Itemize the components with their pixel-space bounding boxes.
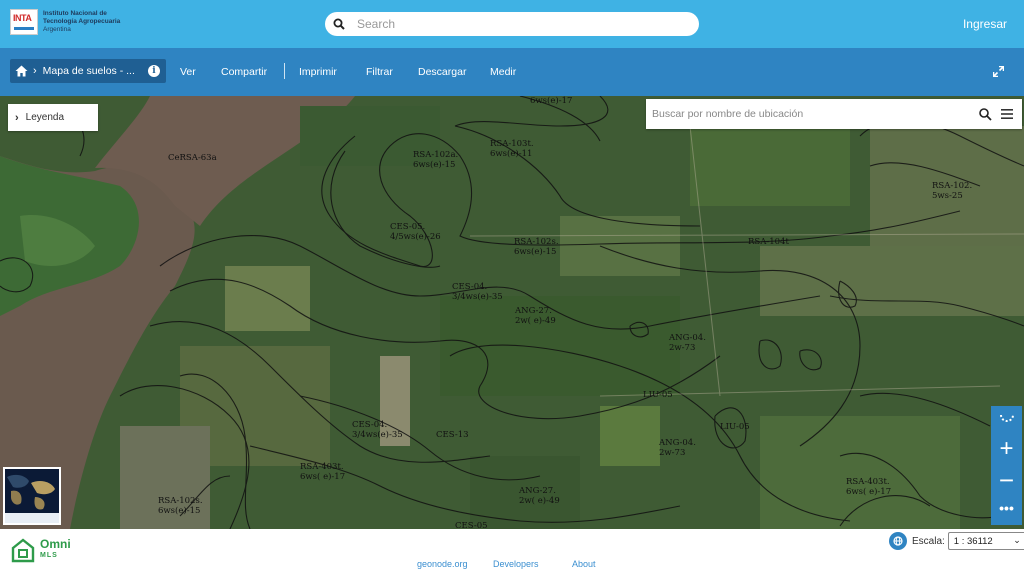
soil-label: LIU-05 <box>720 422 750 432</box>
omni-brand-text: Omni MLS <box>40 537 71 561</box>
soil-label: CES-13 <box>436 430 469 440</box>
soil-label: ANG-04. 2w-73 <box>659 438 696 458</box>
soil-label: RSA-102. 5ws-25 <box>932 181 973 201</box>
map-toolbar: › Mapa de suelos - ... i Ver Compartir I… <box>0 48 1024 96</box>
menu-medir[interactable]: Medir <box>490 66 516 78</box>
menu-descargar[interactable]: Descargar <box>418 66 466 78</box>
soil-label: ANG-04. 2w-73 <box>669 333 706 353</box>
soil-label: RSA-102a. 6ws(e)-15 <box>413 150 459 170</box>
home-icon[interactable] <box>15 65 28 77</box>
brand-name: Omni <box>40 537 71 551</box>
zoom-out-icon[interactable]: − <box>991 466 1022 496</box>
chevron-down-icon: ⌄ <box>1013 535 1021 545</box>
soil-label: CES-05. 4/5ws(e)-26 <box>390 222 441 242</box>
logo-line-3: Argentina <box>43 26 71 33</box>
info-icon[interactable]: i <box>148 65 160 77</box>
footer-link-geonode[interactable]: geonode.org <box>417 559 468 569</box>
location-search[interactable] <box>646 99 1022 129</box>
search-icon <box>333 18 345 30</box>
scale-select[interactable]: 1 : 36112 ⌄ <box>947 532 1024 550</box>
menu-icon[interactable] <box>1001 109 1013 119</box>
legend-toggle-button[interactable]: › Leyenda <box>8 104 98 131</box>
overview-minimap[interactable] <box>3 467 61 525</box>
toolbar-divider <box>284 63 285 79</box>
soil-label: CES-04. 3/4ws(e)-35 <box>352 420 403 440</box>
global-search-input[interactable] <box>357 17 657 31</box>
soil-label: RSA-403t. 6ws( e)-17 <box>300 462 346 482</box>
house-icon <box>11 538 35 563</box>
breadcrumb[interactable]: › Mapa de suelos - ... i <box>10 59 166 83</box>
soil-label: RSA-104t <box>748 237 789 247</box>
world-overview-image <box>5 469 59 523</box>
soil-label: LIU-05 <box>643 390 673 400</box>
scale-control: Escala: 1 : 36112 ⌄ <box>889 532 1024 550</box>
soil-label: ANG-27. 2w( e)-49 <box>519 486 560 506</box>
global-search[interactable] <box>325 12 699 36</box>
inta-logo-mark-text: INTA <box>13 13 32 23</box>
soil-label: RSA-102s. 6ws(e)-15 <box>514 237 559 257</box>
logo-line-2: Tecnología Agropecuaria <box>43 18 121 25</box>
chevron-right-icon: › <box>15 111 19 124</box>
globe-icon[interactable] <box>889 532 907 550</box>
soil-label: ANG-27. 2w( e)-49 <box>515 306 556 326</box>
soil-label: RSA-103t. 6ws(e)-11 <box>490 139 534 159</box>
expand-icon[interactable] <box>993 66 1004 77</box>
top-bar: INTA Instituto Nacional de Tecnología Ag… <box>0 0 1024 48</box>
soil-label: RSA-403t. 6ws( e)-17 <box>846 477 892 497</box>
menu-compartir[interactable]: Compartir <box>221 66 267 78</box>
scale-value: 1 : 36112 <box>953 535 993 547</box>
footer: Omni MLS geonode.org Developers About Es… <box>0 529 1024 576</box>
inta-logo[interactable]: INTA Instituto Nacional de Tecnología Ag… <box>10 9 120 35</box>
inta-logo-mark: INTA <box>10 9 38 35</box>
zoom-in-icon[interactable]: + <box>991 434 1022 464</box>
loading-icon <box>991 412 1022 425</box>
location-search-input[interactable] <box>652 108 967 120</box>
login-link[interactable]: Ingresar <box>963 17 1007 31</box>
map-viewport[interactable]: 6ws(e)-17 CeRSA-63a RSA-102a. 6ws(e)-15 … <box>0 96 1024 529</box>
search-icon[interactable] <box>979 108 992 121</box>
logo-line-1: Instituto Nacional de <box>43 10 107 17</box>
scale-label: Escala: <box>912 535 945 547</box>
more-icon[interactable]: ••• <box>991 498 1022 522</box>
legend-label: Leyenda <box>25 112 65 123</box>
menu-imprimir[interactable]: Imprimir <box>299 66 337 78</box>
menu-filtrar[interactable]: Filtrar <box>366 66 393 78</box>
brand-sub: MLS <box>40 552 58 559</box>
satellite-imagery <box>0 96 1024 529</box>
menu-ver[interactable]: Ver <box>180 66 196 78</box>
footer-link-about[interactable]: About <box>572 559 596 569</box>
footer-link-developers[interactable]: Developers <box>493 559 539 569</box>
soil-label: 6ws(e)-17 <box>530 96 573 106</box>
soil-label: CeRSA-63a <box>168 153 217 163</box>
breadcrumb-title: Mapa de suelos - ... <box>42 65 135 77</box>
soil-label: CES-04. 3/4ws(e)-35 <box>452 282 503 302</box>
inta-logo-text: Instituto Nacional de Tecnología Agropec… <box>43 10 120 34</box>
chevron-right-icon: › <box>33 65 37 77</box>
zoom-controls: + − ••• <box>991 406 1022 525</box>
soil-label: RSA-102s. 6ws(e)-15 <box>158 496 203 516</box>
soil-label: CES-05 <box>455 521 488 529</box>
omni-mls-logo[interactable]: Omni MLS <box>10 537 71 563</box>
